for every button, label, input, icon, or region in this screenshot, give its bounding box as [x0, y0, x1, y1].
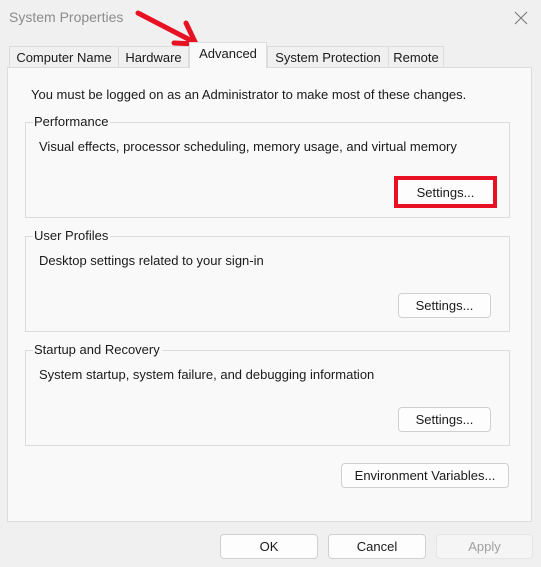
performance-label: Performance	[33, 114, 111, 130]
performance-settings-button[interactable]: Settings...	[394, 176, 497, 208]
tab-remote[interactable]: Remote	[388, 46, 444, 67]
user-profiles-label: User Profiles	[33, 228, 111, 244]
tab-computer-name[interactable]: Computer Name	[9, 46, 119, 67]
ok-button[interactable]: OK	[220, 534, 318, 559]
startup-recovery-label: Startup and Recovery	[33, 342, 162, 358]
tab-system-protection[interactable]: System Protection	[267, 46, 389, 67]
title-bar: System Properties	[0, 0, 541, 36]
apply-button[interactable]: Apply	[436, 534, 533, 559]
user-profiles-settings-button[interactable]: Settings...	[398, 293, 491, 318]
cancel-button[interactable]: Cancel	[328, 534, 426, 559]
performance-description: Visual effects, processor scheduling, me…	[39, 139, 457, 154]
startup-recovery-group: Startup and Recovery System startup, sys…	[25, 342, 510, 446]
startup-recovery-description: System startup, system failure, and debu…	[39, 367, 375, 382]
close-icon	[514, 11, 528, 25]
advanced-tab-panel: You must be logged on as an Administrato…	[7, 67, 532, 522]
environment-variables-button[interactable]: Environment Variables...	[341, 463, 509, 488]
close-button[interactable]	[508, 6, 534, 30]
user-profiles-description: Desktop settings related to your sign-in	[39, 253, 264, 268]
window-title: System Properties	[9, 9, 124, 25]
startup-recovery-settings-button[interactable]: Settings...	[398, 407, 491, 432]
performance-group: Performance Visual effects, processor sc…	[25, 114, 510, 218]
admin-notice: You must be logged on as an Administrato…	[31, 87, 467, 102]
tab-hardware[interactable]: Hardware	[118, 46, 189, 67]
tab-advanced[interactable]: Advanced	[189, 42, 267, 68]
user-profiles-group: User Profiles Desktop settings related t…	[25, 228, 510, 332]
